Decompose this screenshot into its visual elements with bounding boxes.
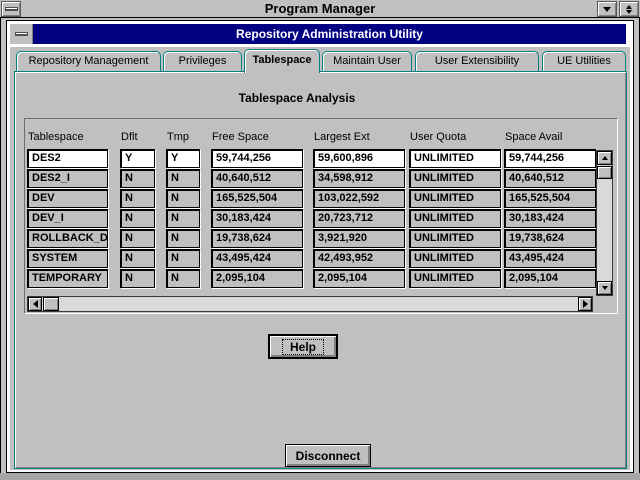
tab-repository-management[interactable]: Repository Management: [16, 51, 161, 71]
grid-field-row1-tmp[interactable]: N: [166, 169, 200, 188]
disconnect-button-label: Disconnect: [296, 449, 361, 463]
help-button-label: Help: [282, 339, 324, 355]
grid-field-row4-largest-ext[interactable]: 3,921,920: [313, 229, 405, 248]
grid-field-row1-tablespace[interactable]: DES2_I: [27, 169, 108, 188]
grid-field-row2-user-quota[interactable]: UNLIMITED: [409, 189, 501, 208]
grid-field-row5-tablespace[interactable]: SYSTEM: [27, 249, 108, 268]
grid-field-row6-space-avail[interactable]: 2,095,104: [504, 269, 596, 288]
grid-field-row0-tmp[interactable]: Y: [166, 149, 200, 168]
page-title: Tablespace Analysis: [97, 91, 497, 105]
grid-field-row3-tablespace[interactable]: DEV_I: [27, 209, 108, 228]
minimize-icon: [603, 7, 611, 12]
grid-field-row1-space-avail[interactable]: 40,640,512: [504, 169, 596, 188]
grid-field-row4-space-avail[interactable]: 19,738,624: [504, 229, 596, 248]
grid-field-row0-free-space[interactable]: 59,744,256: [211, 149, 303, 168]
grid-field-row6-dflt[interactable]: N: [120, 269, 155, 288]
grid-field-row0-user-quota[interactable]: UNLIMITED: [409, 149, 501, 168]
scroll-right-button[interactable]: [578, 297, 592, 311]
horizontal-scrollbar-thumb[interactable]: [43, 297, 59, 311]
grid-field-row2-tmp[interactable]: N: [166, 189, 200, 208]
help-button[interactable]: Help: [269, 335, 337, 358]
grid-field-row3-dflt[interactable]: N: [120, 209, 155, 228]
arrow-down-icon: [602, 286, 608, 290]
grid-field-row6-tmp[interactable]: N: [166, 269, 200, 288]
arrow-right-icon: [583, 300, 588, 308]
control-menu-icon: [5, 7, 18, 11]
grid-field-row5-tmp[interactable]: N: [166, 249, 200, 268]
column-header-tablespace: Tablespace: [28, 131, 84, 143]
grid-field-row5-space-avail[interactable]: 43,495,424: [504, 249, 596, 268]
grid-field-row2-largest-ext[interactable]: 103,022,592: [313, 189, 405, 208]
grid-field-row4-tmp[interactable]: N: [166, 229, 200, 248]
grid-field-row2-dflt[interactable]: N: [120, 189, 155, 208]
grid-field-row5-free-space[interactable]: 43,495,424: [211, 249, 303, 268]
grid-field-row3-space-avail[interactable]: 30,183,424: [504, 209, 596, 228]
grid-field-row4-tablespace[interactable]: ROLLBACK_D: [27, 229, 108, 248]
grid-field-row6-tablespace[interactable]: TEMPORARY: [27, 269, 108, 288]
grid-field-row2-space-avail[interactable]: 165,525,504: [504, 189, 596, 208]
grid-field-row4-dflt[interactable]: N: [120, 229, 155, 248]
column-header-free-space: Free Space: [212, 131, 269, 143]
grid-field-row2-free-space[interactable]: 165,525,504: [211, 189, 303, 208]
pm-restore-button[interactable]: [619, 1, 639, 17]
grid-field-row6-largest-ext[interactable]: 2,095,104: [313, 269, 405, 288]
tab-tablespace[interactable]: Tablespace: [244, 49, 320, 73]
program-manager-title: Program Manager: [0, 1, 640, 17]
restore-up-icon: [626, 5, 632, 9]
grid-field-row0-tablespace[interactable]: DES2: [27, 149, 108, 168]
grid-field-row3-free-space[interactable]: 30,183,424: [211, 209, 303, 228]
column-header-space-avail: Space Avail: [505, 131, 562, 143]
vertical-scrollbar-thumb[interactable]: [597, 166, 612, 179]
column-header-largest-ext: Largest Ext: [314, 131, 370, 143]
grid-field-row3-largest-ext[interactable]: 20,723,712: [313, 209, 405, 228]
grid-field-row0-space-avail[interactable]: 59,744,256: [504, 149, 596, 168]
grid-field-row1-user-quota[interactable]: UNLIMITED: [409, 169, 501, 188]
grid-field-row1-dflt[interactable]: N: [120, 169, 155, 188]
arrow-up-icon: [602, 156, 608, 160]
scroll-up-button[interactable]: [597, 151, 612, 165]
pm-minimize-button[interactable]: [597, 1, 617, 17]
app-titlebar[interactable]: Repository Administration Utility: [33, 24, 626, 44]
column-header-dflt: Dflt: [121, 131, 138, 143]
arrow-left-icon: [33, 300, 38, 308]
grid-field-row6-free-space[interactable]: 2,095,104: [211, 269, 303, 288]
grid-field-row3-tmp[interactable]: N: [166, 209, 200, 228]
control-menu-icon: [15, 32, 28, 36]
scroll-down-button[interactable]: [597, 281, 612, 295]
column-header-tmp: Tmp: [167, 131, 189, 143]
grid-field-row1-largest-ext[interactable]: 34,598,912: [313, 169, 405, 188]
app-control-menu-button[interactable]: [10, 24, 33, 44]
grid-field-row4-free-space[interactable]: 19,738,624: [211, 229, 303, 248]
grid-field-row5-user-quota[interactable]: UNLIMITED: [409, 249, 501, 268]
grid-field-row5-largest-ext[interactable]: 42,493,952: [313, 249, 405, 268]
grid-field-row5-dflt[interactable]: N: [120, 249, 155, 268]
disconnect-button[interactable]: Disconnect: [285, 444, 371, 467]
tab-privileges[interactable]: Privileges: [163, 51, 242, 71]
grid-field-row0-dflt[interactable]: Y: [120, 149, 155, 168]
grid-field-row6-user-quota[interactable]: UNLIMITED: [409, 269, 501, 288]
tab-ue-utilities[interactable]: UE Utilities: [542, 51, 626, 71]
horizontal-scrollbar[interactable]: [27, 296, 593, 312]
grid-field-row1-free-space[interactable]: 40,640,512: [211, 169, 303, 188]
restore-down-icon: [626, 10, 632, 14]
desktop-strip: [0, 473, 640, 480]
grid-field-row0-largest-ext[interactable]: 59,600,896: [313, 149, 405, 168]
tab-maintain-user[interactable]: Maintain User: [322, 51, 412, 71]
grid-field-row3-user-quota[interactable]: UNLIMITED: [409, 209, 501, 228]
tab-user-extensibility[interactable]: User Extensibility: [415, 51, 539, 71]
pm-control-menu-button[interactable]: [1, 1, 21, 17]
program-manager-titlebar: Program Manager: [0, 0, 640, 18]
grid-field-row2-tablespace[interactable]: DEV: [27, 189, 108, 208]
vertical-scrollbar[interactable]: [596, 150, 613, 296]
column-header-user-quota: User Quota: [410, 131, 466, 143]
scroll-left-button[interactable]: [28, 297, 42, 311]
grid-field-row4-user-quota[interactable]: UNLIMITED: [409, 229, 501, 248]
